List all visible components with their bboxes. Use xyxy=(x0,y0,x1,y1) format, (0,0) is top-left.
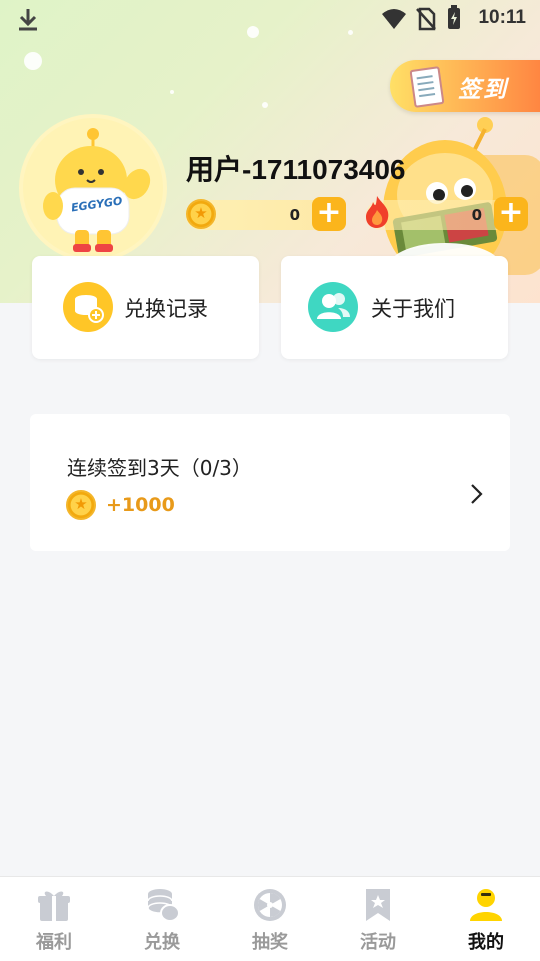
heat-balance: 0 + xyxy=(366,196,528,231)
no-sim-icon xyxy=(416,7,436,31)
status-time: 10:11 xyxy=(478,7,526,28)
tab-welfare[interactable]: 福利 xyxy=(0,877,108,961)
wifi-icon xyxy=(382,9,406,29)
tab-label: 福利 xyxy=(36,932,72,953)
signin-streak-card[interactable]: 连续签到3天（0/3） +1000 xyxy=(30,414,510,551)
tab-label: 抽奖 xyxy=(252,932,288,953)
user-icon xyxy=(470,889,502,921)
bottom-nav: 福利 兑换 抽奖 活动 我的 xyxy=(0,876,540,961)
snow-dot xyxy=(24,52,42,70)
avatar[interactable]: EGGYGO xyxy=(19,114,167,262)
streak-reward: +1000 xyxy=(106,494,175,516)
download-icon xyxy=(19,9,37,31)
chevron-right-icon xyxy=(471,484,483,504)
checklist-icon xyxy=(409,66,445,108)
tab-lottery[interactable]: 抽奖 xyxy=(216,877,324,961)
signin-button[interactable]: 签到 xyxy=(390,60,540,112)
coin-icon xyxy=(186,199,216,229)
tab-activity[interactable]: 活动 xyxy=(324,877,432,961)
battery-charging-icon xyxy=(448,5,460,29)
egg-mascot-avatar xyxy=(43,128,151,252)
signin-label: 签到 xyxy=(458,77,508,103)
fire-icon xyxy=(366,196,389,228)
tab-mine[interactable]: 我的 xyxy=(432,877,540,961)
coin-value: 0 xyxy=(289,206,300,224)
tab-label: 兑换 xyxy=(144,932,180,953)
about-us-card[interactable]: 关于我们 xyxy=(281,256,508,359)
bookmark-star-icon xyxy=(366,889,390,921)
tab-label: 我的 xyxy=(468,932,504,953)
snow-dot xyxy=(262,102,268,108)
tab-label: 活动 xyxy=(360,932,396,953)
streak-title: 连续签到3天（0/3） xyxy=(67,456,252,480)
about-us-label: 关于我们 xyxy=(371,297,455,321)
add-heat-button[interactable]: + xyxy=(494,197,528,231)
team-icon xyxy=(308,282,358,332)
gift-icon xyxy=(38,891,70,921)
exchange-record-label: 兑换记录 xyxy=(124,297,208,321)
coins-history-icon xyxy=(63,282,113,332)
status-bar: 10:11 xyxy=(0,0,540,38)
exchange-record-card[interactable]: 兑换记录 xyxy=(32,256,259,359)
coins-stack-icon xyxy=(147,889,180,922)
heat-value: 0 xyxy=(471,206,482,224)
wheel-icon xyxy=(254,889,286,921)
username: 用户-1711073406 xyxy=(186,154,406,185)
snow-dot xyxy=(170,90,174,94)
coin-balance: 0 + xyxy=(186,197,346,231)
add-coins-button[interactable]: + xyxy=(312,197,346,231)
tab-exchange[interactable]: 兑换 xyxy=(108,877,216,961)
reward-coin-icon xyxy=(66,490,96,520)
